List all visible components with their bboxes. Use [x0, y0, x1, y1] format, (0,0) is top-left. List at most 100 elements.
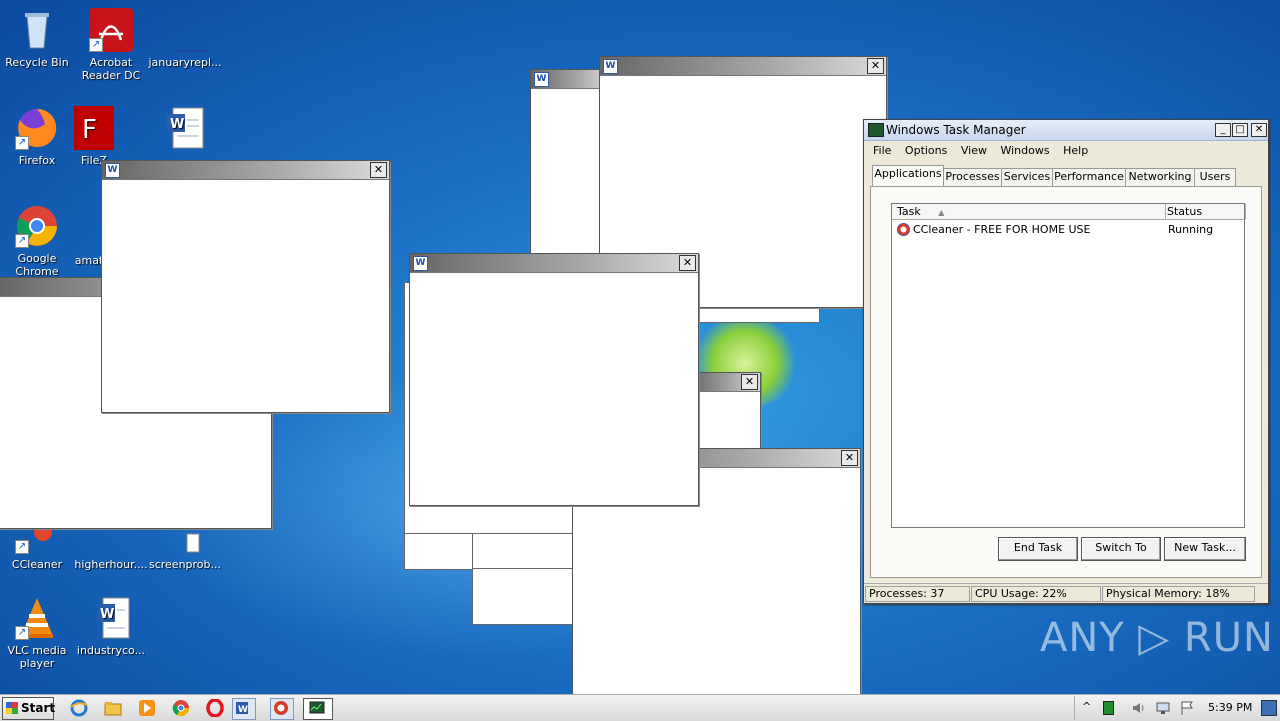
desktop-icon-januaryrepl[interactable]: januaryrepl... [148, 8, 222, 69]
desktop-icon-firefox[interactable]: ↗ Firefox [0, 106, 74, 167]
menu-help[interactable]: Help [1058, 142, 1093, 159]
menu-options[interactable]: Options [900, 142, 952, 159]
switch-to-button[interactable]: Switch To [1081, 537, 1161, 561]
acrobat-icon: ↗ [89, 8, 133, 52]
ccleaner-taskbar-icon[interactable] [270, 698, 294, 720]
close-button[interactable]: ✕ [370, 162, 387, 178]
svg-text:F: F [82, 115, 97, 145]
word-icon: W [534, 72, 549, 87]
maximize-button[interactable]: □ [1232, 123, 1248, 137]
close-button[interactable]: ✕ [741, 374, 758, 390]
desktop-icon-amat[interactable]: amat [74, 206, 104, 267]
desktop-icon-chrome[interactable]: ↗ Google Chrome [0, 204, 74, 278]
tab-networking[interactable]: Networking [1125, 168, 1195, 186]
task-list-header: Task ▲ Status [892, 204, 1246, 220]
media-player-icon[interactable] [138, 699, 156, 717]
close-button[interactable]: ✕ [1251, 123, 1267, 137]
vlc-icon: ↗ [15, 596, 59, 640]
task-manager-window[interactable]: Windows Task Manager _ □ ✕ File Options … [863, 119, 1269, 604]
svg-text:W: W [238, 705, 248, 715]
show-desktop-button[interactable] [1261, 700, 1277, 716]
end-task-button[interactable]: End Task [998, 537, 1078, 561]
desktop-icon-industryco[interactable]: W industryco... [74, 596, 148, 657]
word-doc-icon: W [89, 596, 133, 640]
windows-logo-icon [6, 702, 18, 714]
tab-services[interactable]: Services [1001, 168, 1053, 186]
close-button[interactable]: ✕ [841, 450, 858, 466]
status-processes: Processes: 37 [865, 586, 970, 602]
menu-view[interactable]: View [956, 142, 992, 159]
window-titlebar[interactable]: W ✕ [600, 57, 886, 76]
taskbar: Start W ^ 5:39 PM [0, 694, 1280, 721]
word-doc-icon: W [163, 106, 207, 150]
column-header-task[interactable]: Task ▲ [892, 204, 1166, 219]
column-header-status[interactable]: Status [1163, 204, 1246, 219]
desktop-icon-label: Firefox [18, 154, 56, 167]
firefox-icon: ↗ [15, 106, 59, 150]
tab-users[interactable]: Users [1194, 168, 1236, 186]
applications-panel: Task ▲ Status CCleaner - FREE FOR HOME U… [870, 186, 1262, 578]
desktop-icon-label: CCleaner [11, 558, 63, 571]
chrome-icon: ↗ [15, 204, 59, 248]
speaker-icon[interactable] [1131, 700, 1147, 719]
tab-processes[interactable]: Processes [943, 168, 1002, 186]
window-titlebar[interactable]: W ✕ [410, 254, 698, 273]
blank-window-back[interactable] [472, 568, 574, 625]
internet-explorer-icon[interactable] [70, 699, 88, 717]
task-manager-titlebar[interactable]: Windows Task Manager _ □ ✕ [864, 120, 1268, 141]
word-icon: W [105, 163, 120, 178]
desktop-icon-label: Acrobat Reader DC [81, 56, 141, 82]
blank-word-window[interactable]: W ✕ [409, 253, 699, 506]
tab-applications[interactable]: Applications [872, 165, 944, 186]
clock[interactable]: 5:39 PM [1208, 701, 1252, 714]
menu-windows[interactable]: Windows [995, 142, 1054, 159]
window-title: Windows Task Manager [886, 123, 1026, 137]
start-label: Start [21, 701, 56, 715]
ccleaner-icon [897, 223, 910, 236]
tab-performance[interactable]: Performance [1052, 168, 1126, 186]
new-task-button[interactable]: New Task... [1164, 537, 1246, 561]
filezilla-icon: F [74, 106, 114, 150]
desktop-icon-label: VLC media player [7, 644, 67, 670]
table-row[interactable]: CCleaner - FREE FOR HOME USE Running [896, 222, 1240, 237]
shortcut-arrow-icon: ↗ [15, 234, 29, 248]
task-manager-taskbar-icon[interactable] [303, 698, 333, 720]
task-name: CCleaner - FREE FOR HOME USE [913, 223, 1091, 236]
file-explorer-icon[interactable] [104, 699, 122, 717]
blank-window-back[interactable] [690, 306, 820, 323]
task-status: Running [1168, 223, 1214, 236]
blank-word-window[interactable]: W ✕ [101, 160, 390, 413]
desktop-icon-label: industryco... [76, 644, 146, 657]
desktop-icon-vlc[interactable]: ↗ VLC media player [0, 596, 74, 670]
window-titlebar[interactable]: W ✕ [102, 161, 389, 180]
desktop-icon-acrobat[interactable]: ↗ Acrobat Reader DC [74, 8, 148, 82]
status-memory: Physical Memory: 18% [1102, 586, 1255, 602]
start-button[interactable]: Start [2, 697, 56, 720]
task-list[interactable]: Task ▲ Status CCleaner - FREE FOR HOME U… [891, 203, 1246, 528]
desktop-icon-recycle-bin[interactable]: Recycle Bin [0, 8, 74, 69]
opera-icon[interactable] [206, 698, 224, 718]
close-button[interactable]: ✕ [867, 58, 884, 74]
minimize-button[interactable]: _ [1215, 123, 1231, 137]
blank-window-back[interactable] [472, 533, 574, 570]
svg-text:W: W [100, 607, 114, 622]
task-manager-tray-icon[interactable] [1103, 701, 1114, 715]
desktop-icon-filezilla[interactable]: F FileZ [74, 106, 114, 167]
recycle-bin-icon [15, 8, 59, 52]
shortcut-arrow-icon: ↗ [15, 136, 29, 150]
word-doc-icon [74, 206, 104, 250]
action-center-flag-icon[interactable] [1179, 700, 1195, 719]
desktop-icon-word-doc-2[interactable]: W [148, 106, 222, 154]
tray-expand-button[interactable]: ^ [1082, 700, 1091, 713]
desktop-icon-label: Recycle Bin [5, 56, 69, 69]
status-cpu: CPU Usage: 22% [971, 586, 1101, 602]
window-titlebar[interactable]: ✕ [691, 373, 760, 392]
chrome-taskbar-icon[interactable] [172, 699, 190, 717]
status-bar: Processes: 37 CPU Usage: 22% Physical Me… [864, 583, 1268, 603]
close-button[interactable]: ✕ [679, 255, 696, 271]
blank-window-back[interactable] [404, 533, 476, 570]
word-taskbar-icon[interactable]: W [232, 698, 256, 720]
blank-word-window[interactable]: ✕ [690, 372, 761, 454]
network-icon[interactable] [1155, 700, 1171, 719]
menu-file[interactable]: File [868, 142, 896, 159]
